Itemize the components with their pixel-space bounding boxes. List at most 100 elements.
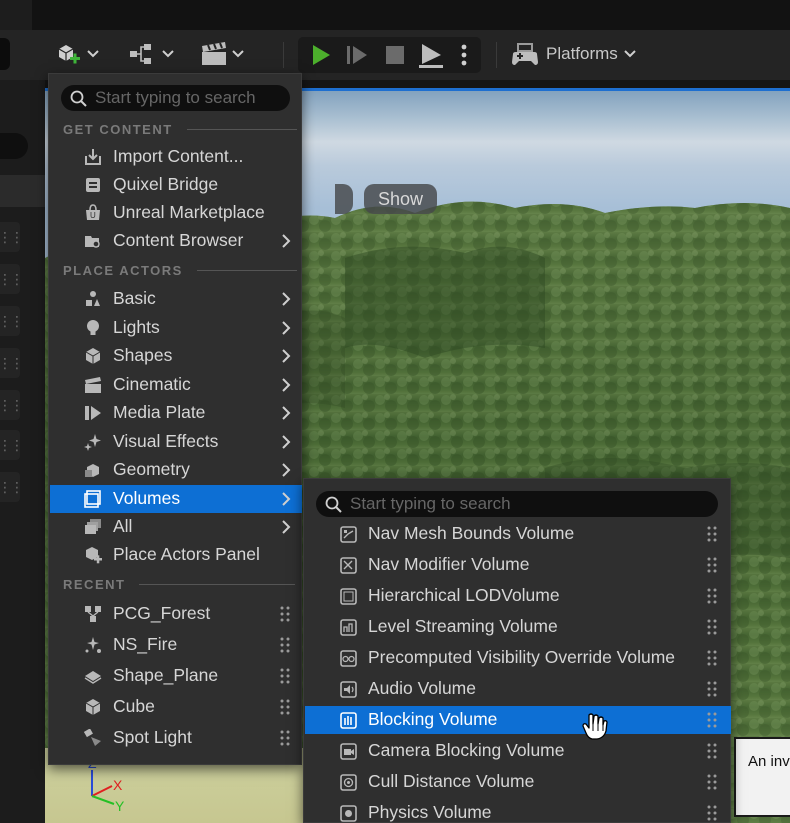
stop-button[interactable] xyxy=(380,37,410,73)
niagara-icon xyxy=(84,636,102,654)
menu-item-volumes[interactable]: Volumes xyxy=(50,485,302,513)
drag-handle-icon[interactable] xyxy=(706,650,718,666)
editor-window: Platforms ⋮⋮ ⋮⋮ ⋮⋮ ⋮⋮ ⋮⋮ ⋮⋮ ⋮⋮ Show X Y … xyxy=(0,0,790,823)
drag-handle-icon[interactable] xyxy=(706,619,718,635)
section-divider xyxy=(186,128,297,130)
menu-item-geometry[interactable]: Geometry xyxy=(50,456,302,484)
viewport-options-button[interactable] xyxy=(335,184,353,214)
menu-item-label: Shapes xyxy=(113,345,173,365)
outliner-row-grip[interactable]: ⋮⋮ xyxy=(0,390,24,420)
menu-item-basic[interactable]: Basic xyxy=(50,285,302,313)
nav-mesh-icon xyxy=(340,526,357,543)
submenu-item-audio-volume[interactable]: Audio Volume xyxy=(305,675,731,703)
submenu-item-blocking-volume[interactable]: Blocking Volume xyxy=(305,706,731,734)
play-options-button[interactable] xyxy=(454,37,474,73)
submenu-item-nav-mesh-bounds-volume[interactable]: Nav Mesh Bounds Volume xyxy=(305,520,731,548)
submenu-search-input[interactable] xyxy=(350,494,718,514)
menu-item-lights[interactable]: Lights xyxy=(50,314,302,342)
drag-handle-icon[interactable] xyxy=(279,606,291,622)
play-button[interactable] xyxy=(306,37,336,73)
blueprints-button[interactable] xyxy=(128,40,174,68)
outliner-row-grip[interactable]: ⋮⋮ xyxy=(0,306,24,336)
menu-item-cinematic[interactable]: Cinematic xyxy=(50,371,302,399)
cull-distance-icon xyxy=(340,774,357,791)
drag-handle-icon[interactable] xyxy=(706,588,718,604)
marketplace-icon: U xyxy=(84,204,102,222)
menu-item-cube[interactable]: Cube xyxy=(50,693,302,721)
outliner-row-grip[interactable]: ⋮⋮ xyxy=(0,472,24,502)
drag-handle-icon[interactable] xyxy=(706,774,718,790)
outliner-row-grip[interactable]: ⋮⋮ xyxy=(0,348,24,378)
drag-handle-icon[interactable] xyxy=(279,668,291,684)
menu-item-unreal-marketplace[interactable]: U Unreal Marketplace xyxy=(50,199,302,227)
submenu-item-nav-modifier-volume[interactable]: Nav Modifier Volume xyxy=(305,551,731,579)
search-icon xyxy=(325,496,342,513)
menu-item-media-plate[interactable]: Media Plate xyxy=(50,399,302,427)
outliner-row-grip[interactable]: ⋮⋮ xyxy=(0,430,24,460)
menu-search-box[interactable] xyxy=(61,85,290,111)
submenu-item-label: Blocking Volume xyxy=(368,709,498,729)
drag-handle-icon[interactable] xyxy=(706,557,718,573)
drag-handle-icon[interactable] xyxy=(706,805,718,821)
menu-item-label: Lights xyxy=(113,317,160,337)
menu-item-place-actors-panel[interactable]: Place Actors Panel xyxy=(50,541,302,569)
menu-item-ns-fire[interactable]: NS_Fire xyxy=(50,631,302,659)
drag-handle-icon[interactable] xyxy=(279,730,291,746)
menu-item-label: Spot Light xyxy=(113,727,192,747)
menu-item-label: Shape_Plane xyxy=(113,665,219,685)
skip-frame-icon xyxy=(347,46,367,64)
outliner-search[interactable] xyxy=(0,133,28,159)
submenu-item-label: Precomputed Visibility Override Volume xyxy=(368,647,676,667)
menu-item-label: PCG_Forest xyxy=(113,603,211,623)
axis-gizmo: Z X Y xyxy=(88,758,125,813)
menu-item-all[interactable]: All xyxy=(50,513,302,541)
submenu-item-label: Nav Modifier Volume xyxy=(368,554,530,574)
menu-item-visual-effects[interactable]: Visual Effects xyxy=(50,428,302,456)
menu-item-spot-light[interactable]: Spot Light xyxy=(50,724,302,752)
menu-item-label: Volumes xyxy=(113,488,181,508)
advance-frame-button[interactable] xyxy=(342,37,372,73)
menu-search-input[interactable] xyxy=(95,88,290,108)
volumes-submenu: Nav Mesh Bounds Volume Nav Modifier Volum… xyxy=(303,478,731,823)
drag-handle-icon[interactable] xyxy=(706,743,718,759)
chevron-down-icon xyxy=(624,47,636,61)
drag-handle-icon[interactable] xyxy=(706,681,718,697)
menu-item-import-content[interactable]: Import Content... xyxy=(50,143,302,171)
cube-icon xyxy=(84,698,102,716)
chevron-down-icon xyxy=(162,47,174,61)
section-place-actors: PLACE ACTORS xyxy=(63,263,297,278)
menu-item-pcg-forest[interactable]: PCG_Forest xyxy=(50,600,302,628)
menu-item-content-browser[interactable]: Content Browser xyxy=(50,227,302,255)
basic-actors-icon xyxy=(84,290,102,308)
drag-handle-icon[interactable] xyxy=(706,526,718,542)
menu-item-shape-plane[interactable]: Shape_Plane xyxy=(50,662,302,690)
submenu-item-precomputed-visibility-override-volume[interactable]: Precomputed Visibility Override Volume xyxy=(305,644,731,672)
hand-cursor-icon xyxy=(582,713,608,740)
show-flags-label: Show xyxy=(378,188,424,209)
clapperboard-icon xyxy=(202,42,226,65)
menu-item-shapes[interactable]: Shapes xyxy=(50,342,302,370)
menu-item-quixel-bridge[interactable]: Quixel Bridge xyxy=(50,171,302,199)
submenu-item-level-streaming-volume[interactable]: Level Streaming Volume xyxy=(305,613,731,641)
stop-icon xyxy=(386,46,404,64)
outliner-row-grip[interactable]: ⋮⋮ xyxy=(0,264,24,294)
submenu-search-box[interactable] xyxy=(316,491,718,517)
platforms-button[interactable]: Platforms xyxy=(510,38,660,70)
submenu-item-camera-blocking-volume[interactable]: Camera Blocking Volume xyxy=(305,737,731,765)
toolbar-separator xyxy=(496,42,497,68)
submenu-item-hierarchical-lodvolume[interactable]: Hierarchical LODVolume xyxy=(305,582,731,610)
show-flags-button[interactable]: Show xyxy=(364,184,438,214)
svg-text:U: U xyxy=(90,211,96,220)
submenu-item-physics-volume[interactable]: Physics Volume xyxy=(305,799,731,823)
outliner-row-grip[interactable]: ⋮⋮ xyxy=(0,222,24,252)
drag-handle-icon[interactable] xyxy=(279,699,291,715)
drag-handle-icon[interactable] xyxy=(706,712,718,728)
menu-item-label: Basic xyxy=(113,288,156,308)
gamepad-icon xyxy=(512,43,538,65)
eject-button[interactable] xyxy=(414,37,448,73)
cinematics-button[interactable] xyxy=(200,40,244,68)
chevron-right-icon xyxy=(279,490,293,508)
submenu-item-cull-distance-volume[interactable]: Cull Distance Volume xyxy=(305,768,731,796)
quick-add-button[interactable] xyxy=(55,40,99,68)
drag-handle-icon[interactable] xyxy=(279,637,291,653)
